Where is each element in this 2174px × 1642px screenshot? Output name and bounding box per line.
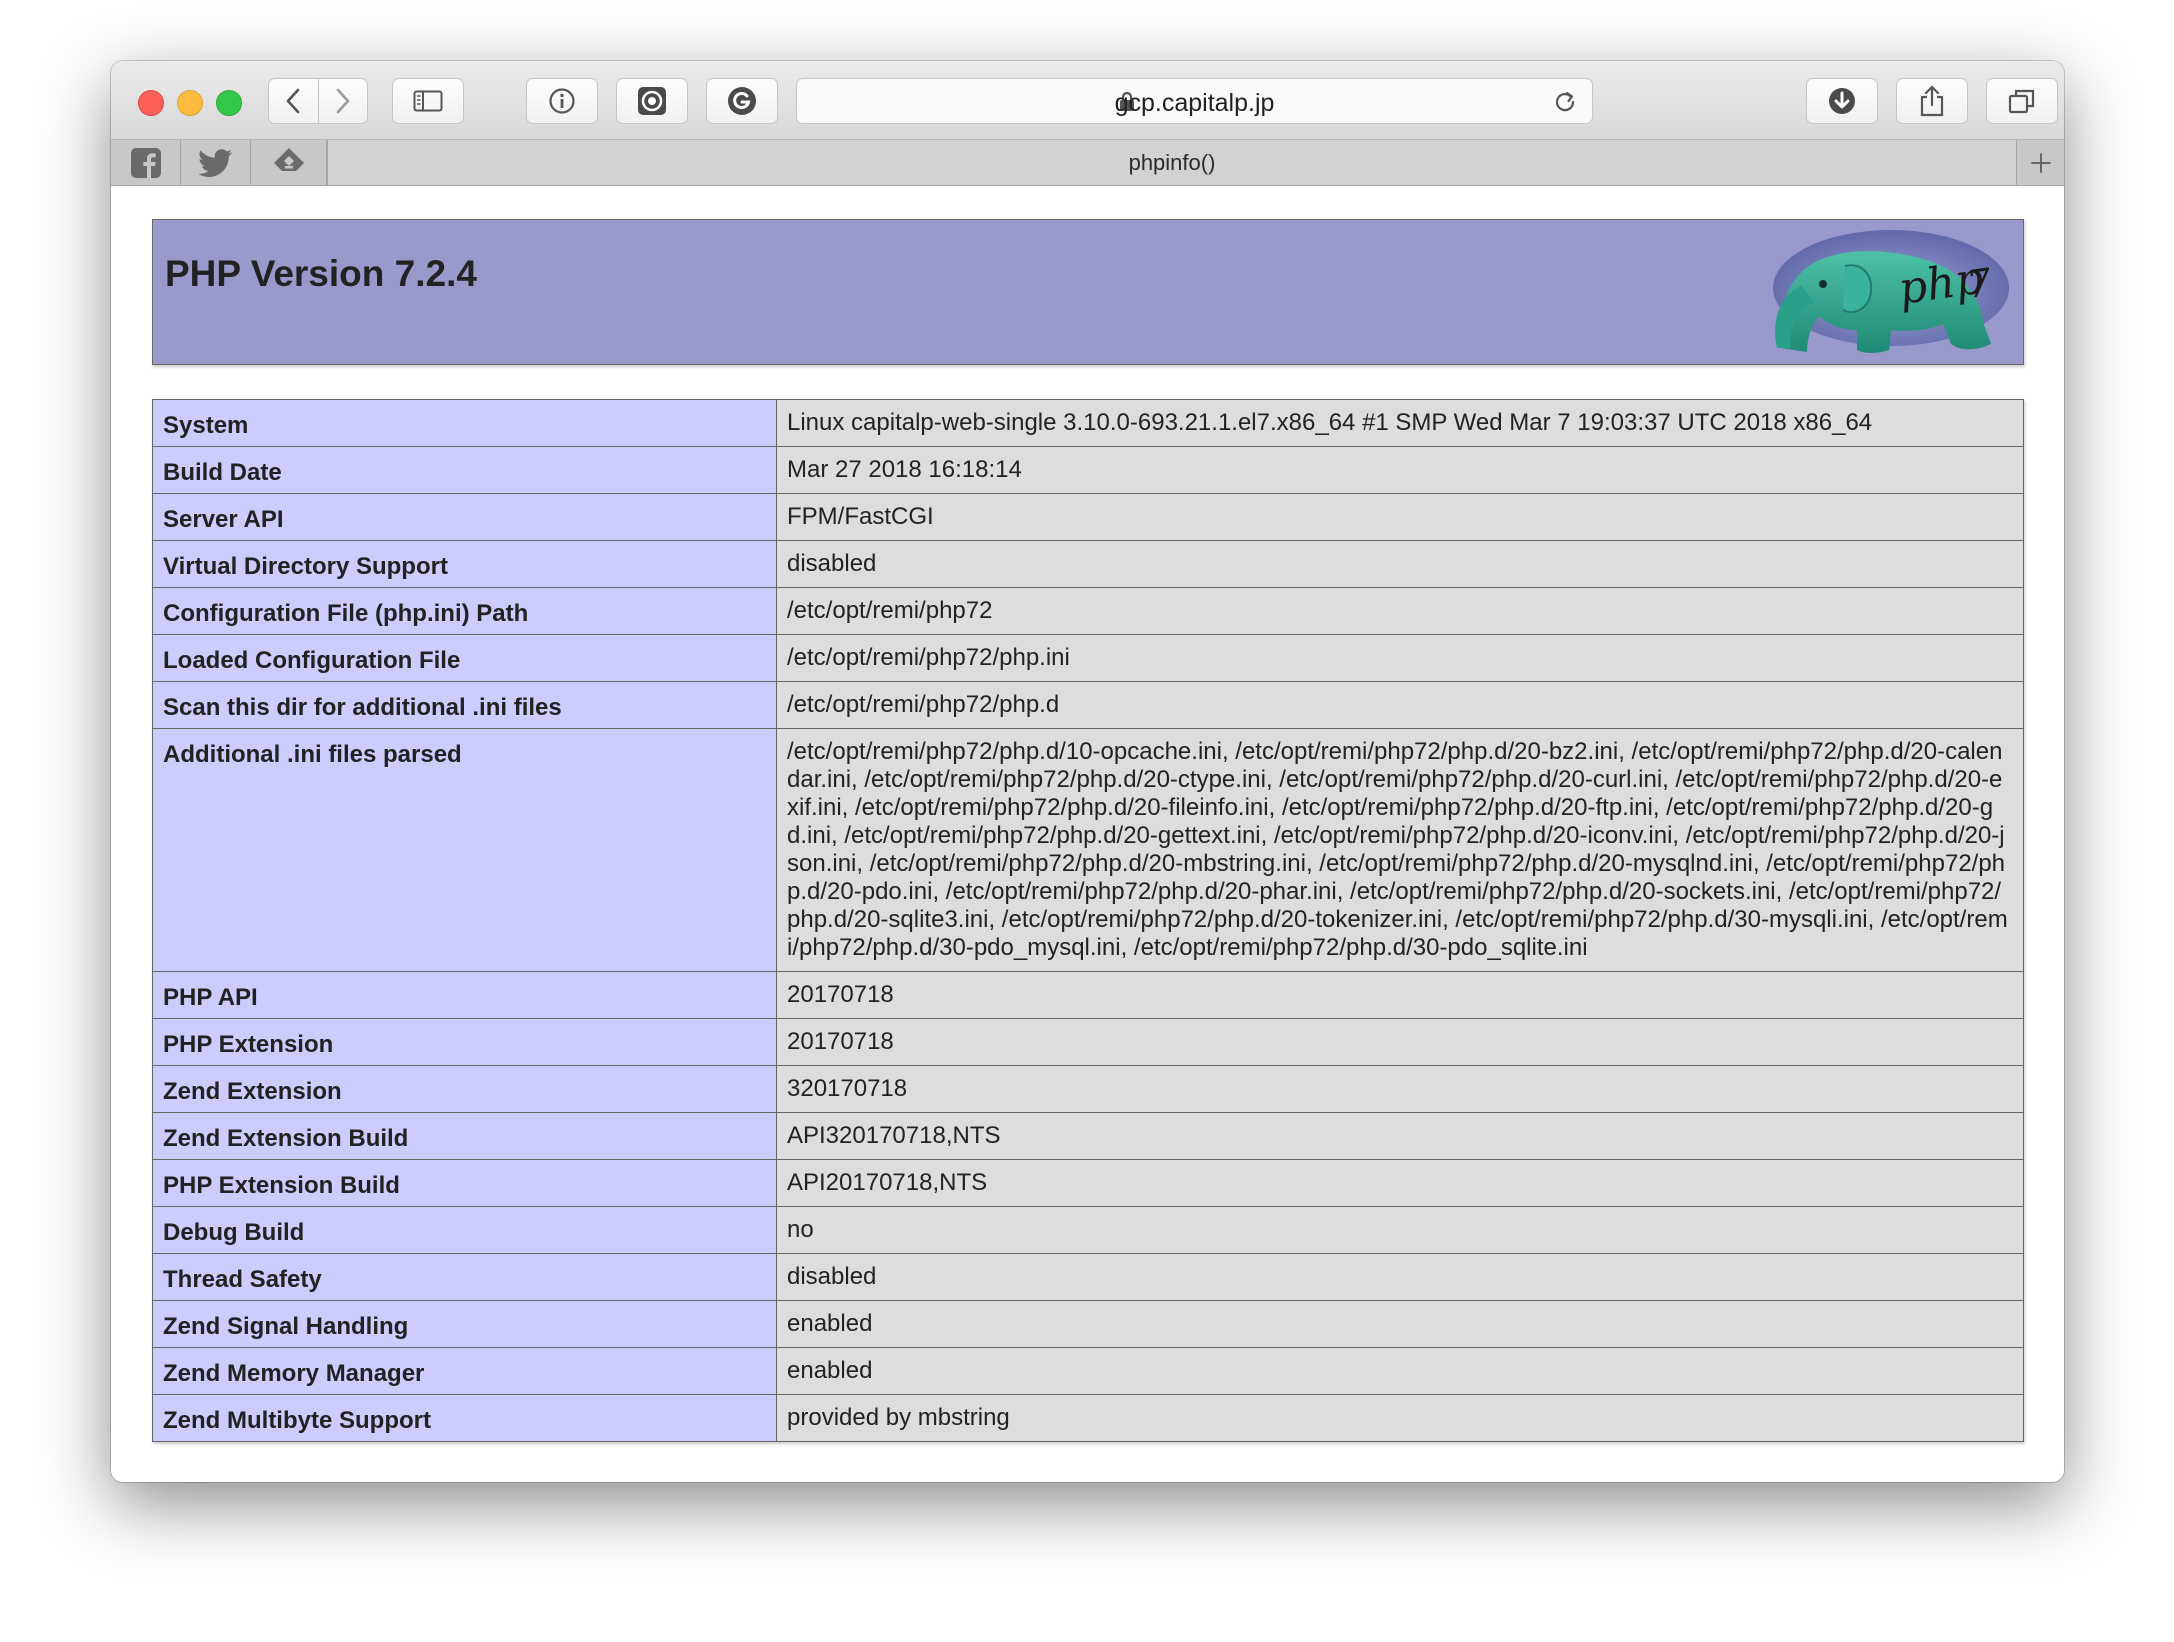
row-key: System [152,399,777,447]
table-row: Scan this dir for additional .ini files /… [152,681,2024,729]
row-key: Zend Signal Handling [152,1300,777,1348]
row-value: FPM/FastCGI [776,493,2024,541]
php-version-title: PHP Version 7.2.4 [165,253,477,294]
tab-bar: phpinfo() [111,140,2064,186]
row-value: API20170718,NTS [776,1159,2024,1207]
row-key: Zend Memory Manager [152,1347,777,1395]
zoom-window-button[interactable] [216,90,242,116]
table-row: Loaded Configuration File/etc/opt/remi/p… [152,634,2024,682]
table-row: Zend Extension Build API320170718,NTS [152,1112,2024,1160]
table-row: Build Date Mar 27 2018 16:18:14 [152,446,2024,494]
feedly-icon [273,147,304,171]
favorite-twitter[interactable] [181,140,251,185]
row-key: Configuration File (php.ini) Path [152,587,777,635]
address-bar[interactable]: gcp.capitalp.jp [796,78,1593,124]
row-key: Zend Extension [152,1065,777,1113]
row-key: Zend Extension Build [152,1112,777,1160]
row-value: Mar 27 2018 16:18:14 [776,446,2024,494]
table-row: Zend Signal Handling enabled [152,1300,2024,1348]
row-value: provided by mbstring [776,1394,2024,1442]
tab-phpinfo[interactable]: phpinfo() [327,140,2016,185]
share-button[interactable] [1896,78,1968,124]
row-key: Debug Build [152,1206,777,1254]
nav-button-group [268,78,368,124]
row-key: PHP API [152,971,777,1019]
extension-button[interactable] [616,78,688,124]
table-row: Virtual Directory Support disabled [152,540,2024,588]
extension-icon [638,87,666,115]
download-icon [1829,88,1855,114]
row-value: /etc/opt/remi/php72/php.d/10-opcache.ini… [776,728,2024,972]
table-row: PHP API 20170718 [152,971,2024,1019]
row-key: Additional .ini files parsed [152,728,777,972]
table-row: System Linux capitalp-web-single 3.10.0-6… [152,399,2024,447]
table-row: PHP Extension Build API20170718,NTS [152,1159,2024,1207]
table-row: Zend Memory Manager enabled [152,1347,2024,1395]
table-row: Debug Build no [152,1206,2024,1254]
facebook-icon [130,147,161,178]
row-value: 20170718 [776,1018,2024,1066]
row-value: 320170718 [776,1065,2024,1113]
row-value: API320170718,NTS [776,1112,2024,1160]
row-value: Linux capitalp-web-single 3.10.0-693.21.… [776,399,2024,447]
browser-window: gcp.capitalp.jp phpinfo() PHP Version 7.… [111,61,2064,1482]
row-value: /etc/opt/remi/php72/php.d [776,681,2024,729]
row-key: Thread Safety [152,1253,777,1301]
url-text: gcp.capitalp.jp [1114,89,1275,117]
row-value: disabled [776,1253,2024,1301]
tabs-overview-icon [2008,89,2035,114]
browser-toolbar: gcp.capitalp.jp [111,61,2064,140]
favorite-facebook[interactable] [111,140,181,185]
row-value: /etc/opt/remi/php72 [776,587,2024,635]
chevron-left-icon [286,88,300,114]
row-value: disabled [776,540,2024,588]
back-button[interactable] [269,79,319,123]
downloads-button[interactable] [1806,78,1878,124]
close-window-button[interactable] [138,90,164,116]
grammarly-button[interactable] [706,78,778,124]
row-value: 20170718 [776,971,2024,1019]
share-icon [1920,85,1944,117]
chevron-right-icon [336,88,350,114]
table-row: Zend Multibyte Support provided by mbstri… [152,1394,2024,1442]
row-key: Virtual Directory Support [152,540,777,588]
info-button[interactable] [526,78,598,124]
row-key: Loaded Configuration File [152,634,777,682]
show-tabs-button[interactable] [1986,78,2058,124]
table-row: PHP Extension 20170718 [152,1018,2024,1066]
table-row: Additional .ini files parsed/etc/opt/rem… [152,728,2024,972]
row-key: Scan this dir for additional .ini files [152,681,777,729]
sidebar-button[interactable] [392,78,464,124]
new-tab-button[interactable] [2016,140,2064,185]
php-elephant-logo: php 7 [1773,230,2009,353]
row-key: Build Date [152,446,777,494]
row-key: Server API [152,493,777,541]
info-icon [549,88,575,114]
table-row: Configuration File (php.ini) Path/etc/op… [152,587,2024,635]
plus-icon [2030,152,2051,173]
row-key: PHP Extension Build [152,1159,777,1207]
twitter-icon [198,148,232,177]
forward-button[interactable] [319,79,368,123]
row-key: Zend Multibyte Support [152,1394,777,1442]
row-value: enabled [776,1300,2024,1348]
row-key: PHP Extension [152,1018,777,1066]
table-row: Server API FPM/FastCGI [152,493,2024,541]
minimize-window-button[interactable] [177,90,203,116]
php-version-header: PHP Version 7.2.4 php 7 [152,219,2024,365]
web-page-content: PHP Version 7.2.4 php 7 System Linux cap… [111,186,2064,1482]
sidebar-icon [413,90,443,112]
row-value: /etc/opt/remi/php72/php.ini [776,634,2024,682]
reload-icon[interactable] [1552,89,1578,115]
row-value: no [776,1206,2024,1254]
php-info-table: System Linux capitalp-web-single 3.10.0-6… [152,399,2024,1442]
favorite-feedly[interactable] [251,140,327,185]
grammarly-icon [728,87,756,115]
table-row: Thread Safety disabled [152,1253,2024,1301]
table-row: Zend Extension 320170718 [152,1065,2024,1113]
row-value: enabled [776,1347,2024,1395]
